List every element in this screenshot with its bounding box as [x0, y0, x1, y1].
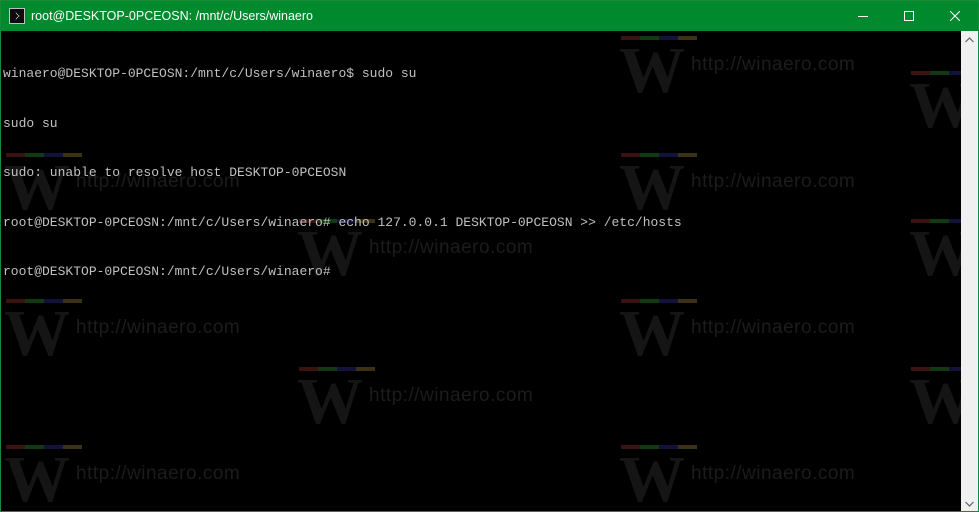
- console-line: sudo: unable to resolve host DESKTOP-0PC…: [3, 165, 347, 180]
- title-bar[interactable]: root@DESKTOP-0PCEOSN: /mnt/c/Users/winae…: [1, 1, 978, 31]
- minimize-icon: [858, 16, 868, 17]
- scroll-up-arrow-icon: [965, 36, 974, 42]
- maximize-icon: [904, 11, 914, 21]
- watermark: W: [909, 219, 961, 294]
- watermark: Whttp://winaero.com: [619, 443, 856, 512]
- close-icon: [950, 11, 960, 21]
- window-controls: [840, 1, 978, 31]
- watermark: W: [909, 71, 961, 146]
- scroll-down-button[interactable]: [961, 495, 978, 511]
- watermark: Whttp://winaero.com: [297, 365, 534, 438]
- console-text[interactable]: winaero@DESKTOP-0PCEOSN:/mnt/c/Users/win…: [3, 33, 682, 314]
- watermark: Whttp://winaero.com: [4, 443, 241, 512]
- console-icon[interactable]: [9, 8, 25, 24]
- scroll-up-button[interactable]: [961, 31, 978, 48]
- watermark: W: [909, 367, 961, 442]
- close-button[interactable]: [932, 1, 978, 31]
- console-line: winaero@DESKTOP-0PCEOSN:/mnt/c/Users/win…: [3, 66, 417, 81]
- window-title: root@DESKTOP-0PCEOSN: /mnt/c/Users/winae…: [31, 9, 313, 23]
- console-line: sudo su: [3, 115, 58, 131]
- console-line: root@DESKTOP-0PCEOSN:/mnt/c/Users/winaer…: [3, 214, 682, 230]
- scroll-down-arrow-icon: [965, 501, 974, 507]
- maximize-button[interactable]: [886, 1, 932, 31]
- vertical-scrollbar[interactable]: [961, 31, 978, 511]
- console-prompt-line: root@DESKTOP-0PCEOSN:/mnt/c/Users/winaer…: [3, 264, 331, 279]
- minimize-button[interactable]: [840, 1, 886, 31]
- scroll-track[interactable]: [961, 48, 978, 495]
- terminal-window: root@DESKTOP-0PCEOSN: /mnt/c/Users/winae…: [0, 0, 979, 512]
- console-output-area[interactable]: Whttp://winaero.com W Whttp://winaero.co…: [1, 31, 961, 512]
